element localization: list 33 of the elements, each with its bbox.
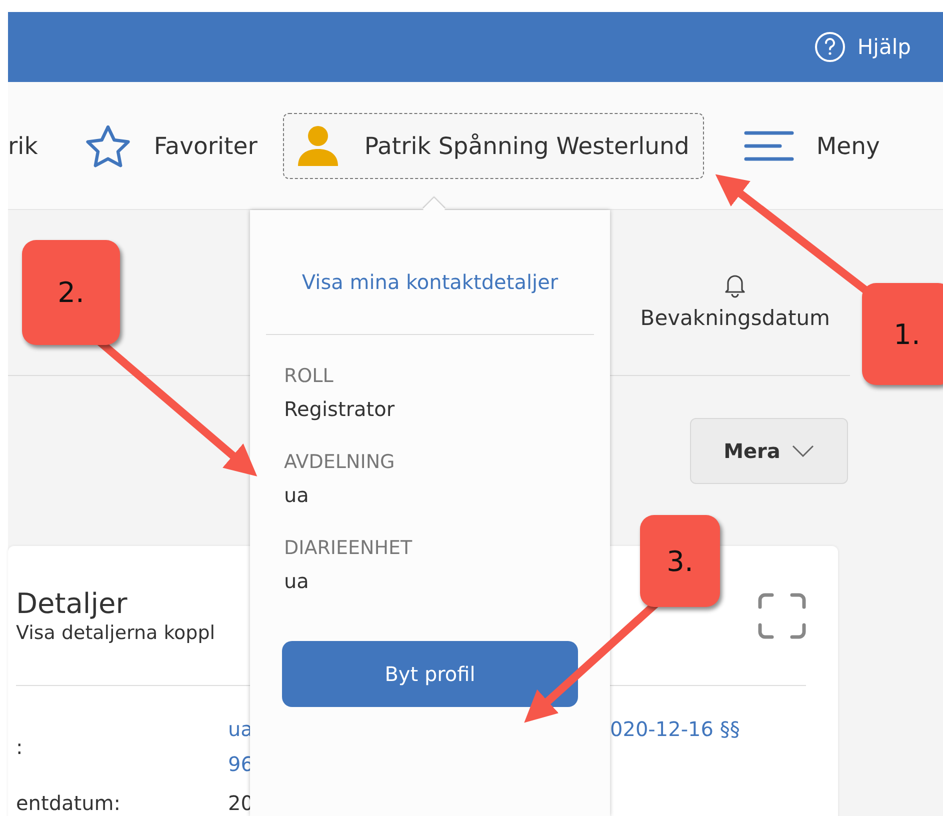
profile-field-value: ua	[284, 483, 310, 507]
profile-field-value: ua	[284, 569, 310, 593]
favorites-link[interactable]: Favoriter	[84, 124, 258, 168]
switch-profile-button[interactable]: Byt profil	[282, 641, 578, 707]
more-button[interactable]: Mera	[690, 418, 848, 484]
step-callout: 2.	[22, 240, 120, 345]
profile-field-label: ROLL	[284, 365, 334, 387]
help-label: Hjälp	[857, 35, 911, 59]
person-icon	[296, 124, 340, 168]
bell-icon	[724, 272, 746, 298]
field-label: :	[16, 734, 24, 760]
profile-field-label: DIARIEENHET	[284, 537, 414, 559]
expand-icon[interactable]	[758, 592, 806, 638]
menu-icon	[744, 130, 794, 162]
card-subtitle: Visa detaljerna koppl	[16, 622, 216, 644]
step-callout: 1.	[862, 283, 943, 385]
chevron-down-icon	[792, 445, 814, 457]
star-icon	[84, 124, 132, 168]
field-link[interactable]: 020-12-16 §§	[610, 712, 806, 747]
menu-link[interactable]: Meny	[744, 130, 880, 162]
user-menu-button[interactable]: Patrik Spånning Westerlund	[283, 112, 704, 178]
step-callout: 3.	[640, 515, 720, 607]
help-link[interactable]: Hjälp	[815, 32, 911, 62]
profile-field-label: AVDELNING	[284, 451, 396, 473]
watch-date-button[interactable]: Bevakningsdatum	[640, 260, 850, 330]
favorites-label: Favoriter	[154, 132, 258, 160]
card-title: Detaljer	[16, 587, 128, 620]
menu-label: Meny	[816, 132, 880, 160]
help-icon	[815, 32, 846, 62]
field-label: entdatum:	[16, 790, 122, 816]
profile-field-value: Registrator	[284, 397, 396, 421]
nav-link[interactable]: rik	[8, 132, 38, 160]
contact-details-link[interactable]: Visa mina kontaktdetaljer	[266, 270, 594, 335]
